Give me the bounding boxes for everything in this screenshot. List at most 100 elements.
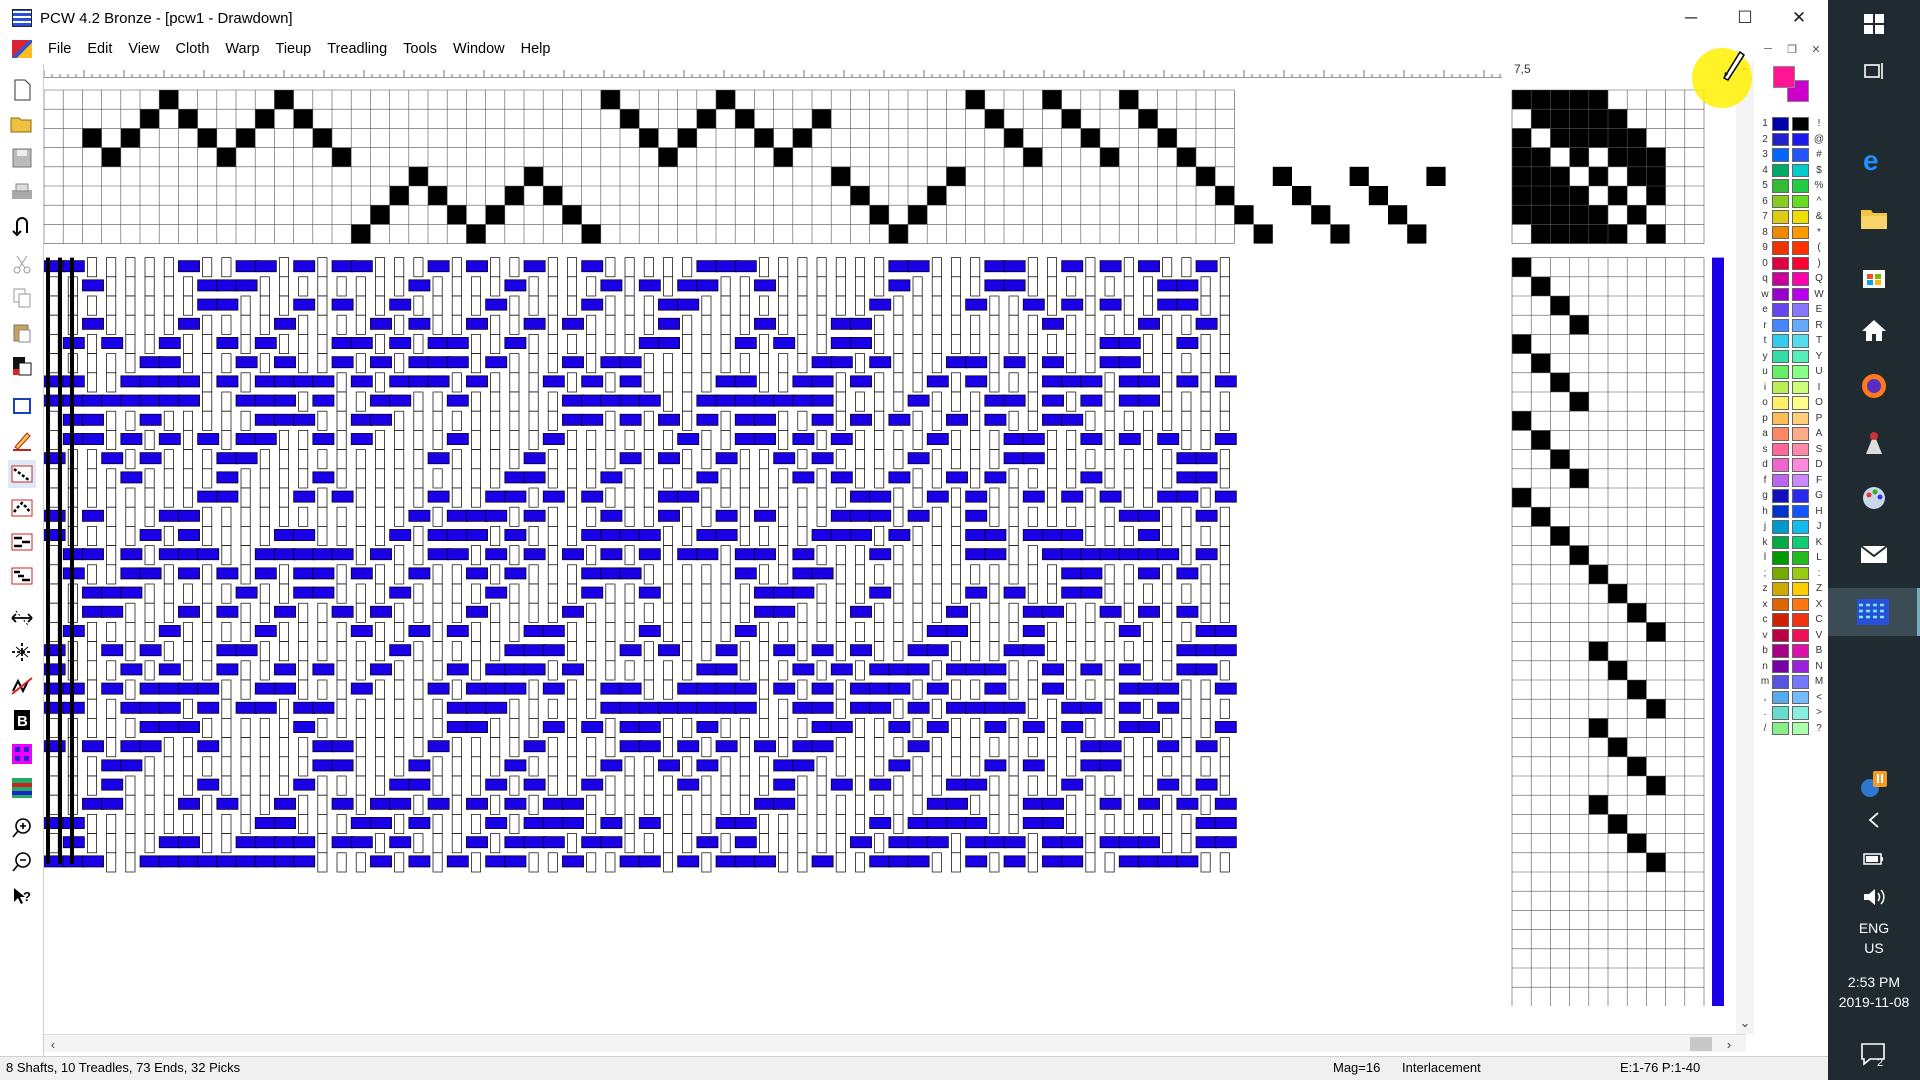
scroll-down-arrow[interactable]: ⌄ bbox=[1736, 1014, 1754, 1032]
palette-swatch[interactable] bbox=[1772, 365, 1789, 379]
paint-icon[interactable] bbox=[1828, 474, 1920, 522]
menu-file[interactable]: File bbox=[40, 41, 79, 57]
palette-swatch[interactable] bbox=[1792, 365, 1809, 379]
palette-swatch[interactable] bbox=[1792, 458, 1809, 472]
palette-swatch[interactable] bbox=[1772, 163, 1789, 177]
palette-swatch[interactable] bbox=[1772, 210, 1789, 224]
show-hidden-icons-chevron-icon[interactable] bbox=[1828, 800, 1920, 840]
mail-icon[interactable] bbox=[1828, 530, 1920, 578]
palette-swatch[interactable] bbox=[1772, 132, 1789, 146]
weaving-draft[interactable] bbox=[44, 76, 1744, 1006]
palette-swatch[interactable] bbox=[1772, 318, 1789, 332]
rectangle-select-icon[interactable] bbox=[8, 392, 36, 420]
straight-draw-icon[interactable] bbox=[8, 460, 36, 488]
copy-icon[interactable] bbox=[8, 284, 36, 312]
palette-swatch[interactable] bbox=[1792, 194, 1809, 208]
palette-swatch[interactable] bbox=[1772, 566, 1789, 580]
palette-swatch[interactable] bbox=[1772, 582, 1789, 596]
mdi-restore-button[interactable]: ❐ bbox=[1782, 40, 1802, 58]
palette-swatch[interactable] bbox=[1772, 613, 1789, 627]
palette-swatch[interactable] bbox=[1792, 473, 1809, 487]
file-explorer-icon[interactable] bbox=[1828, 194, 1920, 242]
palette-swatch[interactable] bbox=[1772, 675, 1789, 689]
open-folder-icon[interactable] bbox=[8, 110, 36, 138]
menu-tieup[interactable]: Tieup bbox=[268, 41, 320, 57]
battery-icon[interactable] bbox=[1828, 840, 1920, 878]
save-icon[interactable] bbox=[8, 144, 36, 172]
palette-swatch[interactable] bbox=[1792, 334, 1809, 348]
drawdown-workspace[interactable]: 7,5 bbox=[44, 62, 1804, 1034]
palette-swatch[interactable] bbox=[1772, 535, 1789, 549]
scroll-thumb[interactable] bbox=[1690, 1037, 1712, 1051]
palette-swatch[interactable] bbox=[1772, 380, 1789, 394]
block-draw-icon[interactable] bbox=[8, 562, 36, 590]
palette-swatch[interactable] bbox=[1792, 396, 1809, 410]
edge-browser-icon[interactable]: e bbox=[1828, 136, 1920, 184]
palette-swatch[interactable] bbox=[1792, 582, 1809, 596]
palette-swatch[interactable] bbox=[1792, 225, 1809, 239]
palette-swatch[interactable] bbox=[1772, 644, 1789, 658]
palette-swatch[interactable] bbox=[1792, 551, 1809, 565]
palette-swatch[interactable] bbox=[1792, 721, 1809, 735]
palette-swatch[interactable] bbox=[1772, 659, 1789, 673]
firefox-icon[interactable] bbox=[1828, 362, 1920, 410]
palette-swatch[interactable] bbox=[1772, 427, 1789, 441]
palette-swatch[interactable] bbox=[1772, 458, 1789, 472]
palette-swatch[interactable] bbox=[1772, 721, 1789, 735]
palette-swatch[interactable] bbox=[1772, 334, 1789, 348]
palette-swatch[interactable] bbox=[1792, 210, 1809, 224]
minimize-button[interactable]: ─ bbox=[1664, 0, 1718, 36]
palette-swatch[interactable] bbox=[1792, 504, 1809, 518]
palette-swatch[interactable] bbox=[1792, 272, 1809, 286]
palette-swatch[interactable] bbox=[1772, 349, 1789, 363]
palette-swatch[interactable] bbox=[1792, 117, 1809, 131]
scroll-left-arrow[interactable]: ‹ bbox=[44, 1035, 62, 1053]
home-icon[interactable] bbox=[1828, 306, 1920, 354]
color-swap-icon[interactable] bbox=[8, 352, 36, 380]
palette-swatch[interactable] bbox=[1792, 520, 1809, 534]
palette-swatch[interactable] bbox=[1772, 225, 1789, 239]
palette-swatch[interactable] bbox=[1792, 179, 1809, 193]
action-center-icon[interactable]: 2 bbox=[1828, 1030, 1920, 1078]
menu-cloth[interactable]: Cloth bbox=[168, 41, 218, 57]
palette-swatch[interactable] bbox=[1792, 380, 1809, 394]
palette-swatch[interactable] bbox=[1792, 442, 1809, 456]
palette-swatch[interactable] bbox=[1792, 148, 1809, 162]
palette-swatch[interactable] bbox=[1792, 318, 1809, 332]
palette-swatch[interactable] bbox=[1792, 613, 1809, 627]
palette-swatch[interactable] bbox=[1772, 241, 1789, 255]
palette-swatch[interactable] bbox=[1792, 163, 1809, 177]
palette-swatch[interactable] bbox=[1772, 272, 1789, 286]
palette-swatch[interactable] bbox=[1772, 628, 1789, 642]
pencil-icon[interactable] bbox=[8, 426, 36, 454]
palette-swatch[interactable] bbox=[1792, 628, 1809, 642]
task-view-icon[interactable] bbox=[1828, 48, 1920, 96]
palette-swatch[interactable] bbox=[1792, 597, 1809, 611]
point-draw-icon[interactable] bbox=[8, 494, 36, 522]
palette-swatch[interactable] bbox=[1772, 473, 1789, 487]
palette-swatch[interactable] bbox=[1772, 706, 1789, 720]
current-color-selector[interactable] bbox=[1773, 66, 1813, 106]
maximize-button[interactable]: ☐ bbox=[1718, 0, 1772, 36]
palette-swatch[interactable] bbox=[1792, 427, 1809, 441]
undo-icon[interactable] bbox=[8, 212, 36, 240]
volume-icon[interactable] bbox=[1828, 878, 1920, 916]
palette-swatch[interactable] bbox=[1772, 489, 1789, 503]
clock-time[interactable]: 2:53 PM bbox=[1828, 974, 1920, 990]
palette-swatch[interactable] bbox=[1772, 256, 1789, 270]
menu-warp[interactable]: Warp bbox=[217, 41, 267, 57]
zoom-in-icon[interactable] bbox=[8, 814, 36, 842]
vertical-scrollbar[interactable]: ⌃ ⌄ bbox=[1736, 62, 1754, 1034]
palette-swatch[interactable] bbox=[1792, 535, 1809, 549]
palette-swatch[interactable] bbox=[1792, 287, 1809, 301]
bold-tool-icon[interactable]: B bbox=[8, 706, 36, 734]
cut-icon[interactable] bbox=[8, 250, 36, 278]
close-button[interactable]: ✕ bbox=[1772, 0, 1826, 36]
windows-start-icon[interactable] bbox=[1828, 0, 1920, 48]
palette-swatch[interactable] bbox=[1772, 179, 1789, 193]
new-file-icon[interactable] bbox=[8, 76, 36, 104]
palette-swatch[interactable] bbox=[1792, 675, 1809, 689]
palette-swatch[interactable] bbox=[1772, 117, 1789, 131]
palette-swatch[interactable] bbox=[1792, 644, 1809, 658]
color-stripe-icon[interactable] bbox=[8, 774, 36, 802]
